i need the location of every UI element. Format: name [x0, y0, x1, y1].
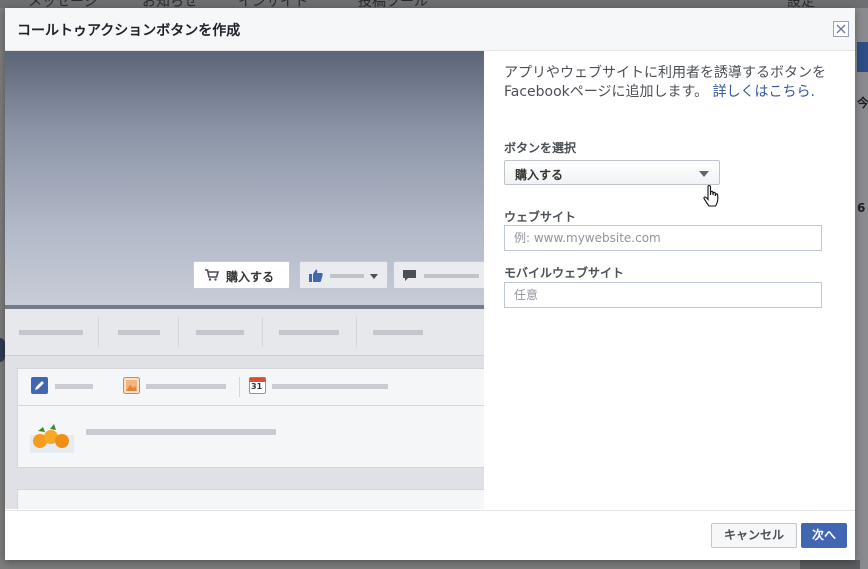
- background-tab-bar: メッセージ お知らせ インサイト 投稿ツール 設定: [0, 0, 868, 8]
- mobile-website-label: モバイルウェブサイト: [504, 266, 625, 280]
- background-bottom-strip: [0, 560, 868, 569]
- next-card-preview: [17, 489, 484, 509]
- page-avatar: [30, 424, 74, 453]
- nav-placeholder: [118, 330, 160, 335]
- close-button[interactable]: [833, 21, 849, 37]
- create-cta-dialog: コールトゥアクションボタンを作成 購入する 31 アプリやウェブサイトに利用者を…: [5, 8, 855, 560]
- mobile-website-input[interactable]: [504, 282, 822, 308]
- background-snippet: 今: [857, 96, 868, 110]
- chevron-down-icon: [370, 274, 378, 279]
- like-preview-button[interactable]: [299, 261, 388, 289]
- background-box: [800, 560, 860, 569]
- page-nav-bar: [5, 309, 484, 356]
- background-tab-insights: インサイト: [238, 0, 308, 8]
- nav-divider: [178, 317, 179, 347]
- nav-placeholder: [19, 330, 83, 335]
- cancel-button[interactable]: キャンセル: [711, 523, 797, 548]
- close-icon: [836, 24, 846, 34]
- next-button[interactable]: 次へ: [801, 523, 847, 548]
- placeholder-bar: [330, 274, 364, 278]
- select-button-label: ボタンを選択: [504, 141, 577, 155]
- placeholder-bar: [86, 429, 276, 435]
- nav-divider: [262, 317, 263, 347]
- post-composer-preview: 31: [17, 368, 484, 468]
- cart-icon: [205, 269, 219, 281]
- placeholder-bar: [146, 384, 226, 389]
- dialog-title: コールトゥアクションボタンを作成: [17, 23, 241, 39]
- message-icon: [403, 270, 416, 281]
- nav-divider: [356, 317, 357, 347]
- background-tab-notifications: お知らせ: [142, 0, 198, 8]
- button-type-select[interactable]: 購入する: [504, 160, 720, 185]
- button-type-value: 購入する: [515, 168, 564, 182]
- placeholder-bar: [55, 384, 93, 389]
- website-input[interactable]: [504, 225, 822, 251]
- photo-icon: [123, 377, 140, 394]
- pencil-icon: [31, 377, 48, 394]
- nav-placeholder: [373, 330, 423, 335]
- nav-placeholder: [196, 330, 244, 335]
- background-tab-settings: 設定: [787, 0, 815, 8]
- background-blue-chip: [857, 42, 868, 72]
- intro-text: アプリやウェブサイトに利用者を誘導するボタンをFacebookページに追加します…: [504, 65, 826, 100]
- background-snippet: 6: [857, 201, 866, 215]
- page-preview: 購入する 31: [5, 51, 484, 509]
- tab-divider: [239, 377, 240, 397]
- dialog-header: コールトゥアクションボタンを作成: [5, 8, 855, 51]
- cta-preview-label: 購入する: [226, 270, 275, 284]
- composer-tabs: 31: [18, 369, 484, 406]
- nav-placeholder: [279, 330, 339, 335]
- learn-more-link[interactable]: 詳しくはこちら.: [713, 84, 815, 100]
- website-label: ウェブサイト: [504, 210, 577, 224]
- footer-divider: [5, 510, 855, 511]
- background-right-column: 今 6: [855, 8, 868, 569]
- nav-divider: [98, 317, 99, 347]
- cta-preview-button[interactable]: 購入する: [193, 261, 290, 289]
- message-preview-button[interactable]: [393, 261, 484, 289]
- hand-pointer-icon: [703, 185, 719, 207]
- background-tab-messages: メッセージ: [28, 0, 98, 8]
- thumbs-up-icon: [309, 269, 323, 282]
- chevron-down-icon: [699, 171, 709, 177]
- calendar-day: 31: [251, 382, 263, 391]
- placeholder-bar: [424, 274, 479, 278]
- placeholder-bar: [272, 384, 388, 389]
- background-tab-publishing-tools: 投稿ツール: [358, 0, 428, 8]
